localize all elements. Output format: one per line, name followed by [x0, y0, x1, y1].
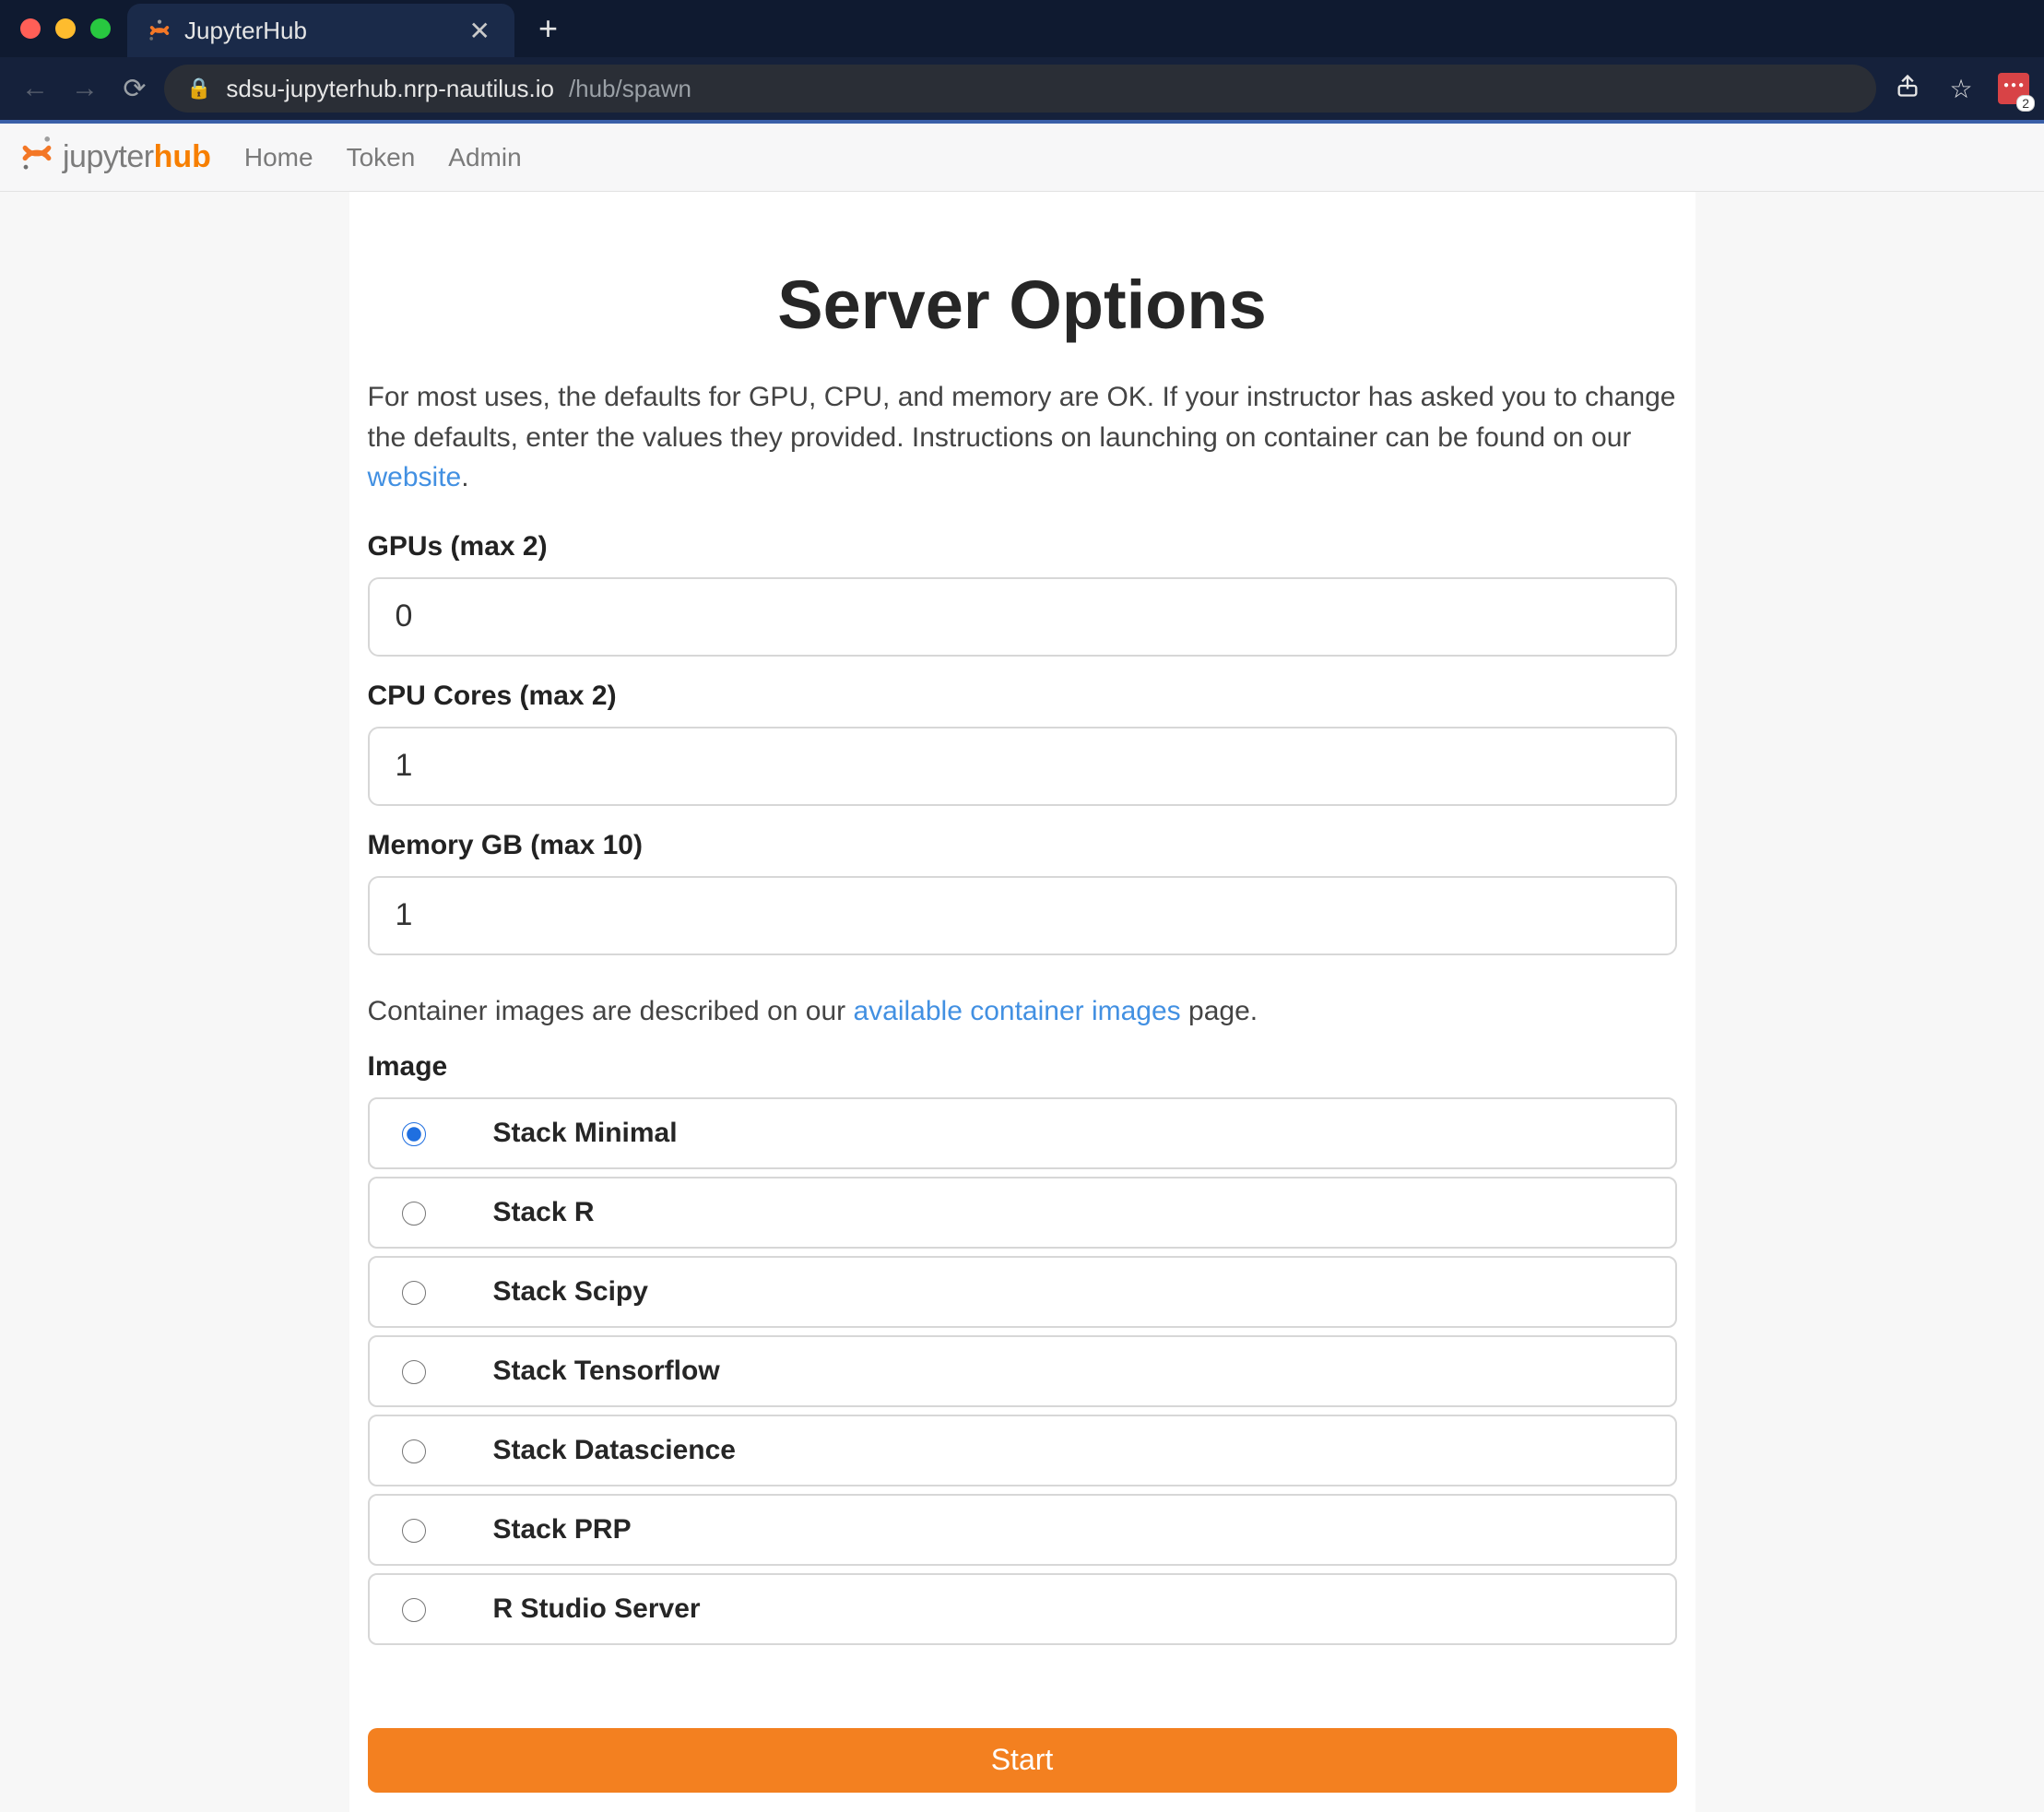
image-option[interactable]: Stack Minimal	[368, 1097, 1677, 1169]
url-path: /hub/spawn	[569, 75, 691, 103]
browser-tab-active[interactable]: JupyterHub ✕	[127, 4, 514, 57]
tab-title: JupyterHub	[184, 17, 307, 45]
image-radio[interactable]	[402, 1281, 426, 1305]
extension-badge-count: 2	[2016, 95, 2035, 112]
nav-token[interactable]: Token	[347, 143, 416, 172]
mem-label: Memory GB (max 10)	[368, 830, 1677, 861]
window-minimize-dot[interactable]	[55, 18, 76, 39]
address-bar[interactable]: 🔒 sdsu-jupyterhub.nrp-nautilus.io/hub/sp…	[164, 65, 1876, 113]
nav-admin[interactable]: Admin	[448, 143, 521, 172]
image-label: Image	[368, 1051, 1677, 1083]
intro-website-link[interactable]: website	[368, 462, 462, 492]
window-controls	[9, 0, 127, 57]
jupyter-logo-icon	[18, 135, 55, 180]
intro-post: .	[461, 462, 468, 492]
lock-icon: 🔒	[186, 77, 211, 101]
gpu-input[interactable]	[368, 577, 1677, 657]
spawn-form: Server Options For most uses, the defaul…	[349, 192, 1695, 1812]
image-option[interactable]: R Studio Server	[368, 1573, 1677, 1645]
image-option-label: Stack R	[493, 1197, 595, 1228]
image-radio[interactable]	[402, 1202, 426, 1226]
images-desc: Container images are described on our av…	[368, 996, 1677, 1027]
jupyterhub-logo[interactable]: jupyterhub	[18, 135, 211, 180]
bookmark-star-icon[interactable]: ☆	[1939, 74, 1983, 104]
logo-text-left: jupyter	[63, 139, 154, 174]
image-option[interactable]: Stack Datascience	[368, 1415, 1677, 1486]
page-title: Server Options	[368, 266, 1677, 344]
start-button[interactable]: Start	[368, 1728, 1677, 1793]
image-option-label: Stack Scipy	[493, 1276, 648, 1308]
tab-close-icon[interactable]: ✕	[432, 16, 490, 46]
nav-home[interactable]: Home	[244, 143, 313, 172]
window-zoom-dot[interactable]	[90, 18, 111, 39]
intro-text: For most uses, the defaults for GPU, CPU…	[368, 377, 1677, 498]
logo-text-right: hub	[154, 139, 211, 174]
nav-reload-icon[interactable]: ⟳	[114, 73, 155, 105]
image-option[interactable]: Stack Tensorflow	[368, 1335, 1677, 1407]
image-radio[interactable]	[402, 1598, 426, 1622]
image-option-label: Stack Datascience	[493, 1435, 737, 1466]
gpu-label: GPUs (max 2)	[368, 531, 1677, 563]
image-option-label: Stack Tensorflow	[493, 1356, 720, 1387]
cpu-label: CPU Cores (max 2)	[368, 681, 1677, 712]
images-desc-link[interactable]: available container images	[853, 996, 1180, 1026]
jupyter-favicon	[148, 18, 171, 42]
cpu-input[interactable]	[368, 727, 1677, 806]
mem-input[interactable]	[368, 876, 1677, 955]
images-desc-pre: Container images are described on our	[368, 996, 854, 1026]
address-bar-row: ← → ⟳ 🔒 sdsu-jupyterhub.nrp-nautilus.io/…	[0, 57, 2044, 124]
page-viewport: jupyterhub Home Token Admin Server Optio…	[0, 124, 2044, 1812]
image-radio[interactable]	[402, 1360, 426, 1384]
image-radio-list: Stack Minimal Stack R Stack Scipy Stack …	[368, 1097, 1677, 1645]
image-option[interactable]: Stack R	[368, 1177, 1677, 1249]
share-icon[interactable]	[1885, 73, 1930, 105]
tab-bar: JupyterHub ✕ +	[0, 0, 2044, 57]
image-option[interactable]: Stack PRP	[368, 1494, 1677, 1566]
image-option-label: R Studio Server	[493, 1593, 701, 1625]
url-host: sdsu-jupyterhub.nrp-nautilus.io	[226, 75, 554, 103]
image-radio[interactable]	[402, 1122, 426, 1146]
browser-chrome: JupyterHub ✕ + ← → ⟳ 🔒 sdsu-jupyterhub.n…	[0, 0, 2044, 124]
extension-badge[interactable]: ●●● 2	[1998, 73, 2029, 104]
nav-forward-icon[interactable]: →	[65, 73, 105, 104]
image-option[interactable]: Stack Scipy	[368, 1256, 1677, 1328]
image-option-label: Stack PRP	[493, 1514, 632, 1546]
images-desc-post: page.	[1181, 996, 1258, 1026]
new-tab-button[interactable]: +	[514, 9, 582, 48]
image-option-label: Stack Minimal	[493, 1118, 678, 1149]
jupyterhub-navbar: jupyterhub Home Token Admin	[0, 124, 2044, 192]
intro-pre: For most uses, the defaults for GPU, CPU…	[368, 382, 1676, 453]
image-radio[interactable]	[402, 1439, 426, 1463]
nav-back-icon[interactable]: ←	[15, 73, 55, 104]
window-close-dot[interactable]	[20, 18, 41, 39]
image-radio[interactable]	[402, 1519, 426, 1543]
